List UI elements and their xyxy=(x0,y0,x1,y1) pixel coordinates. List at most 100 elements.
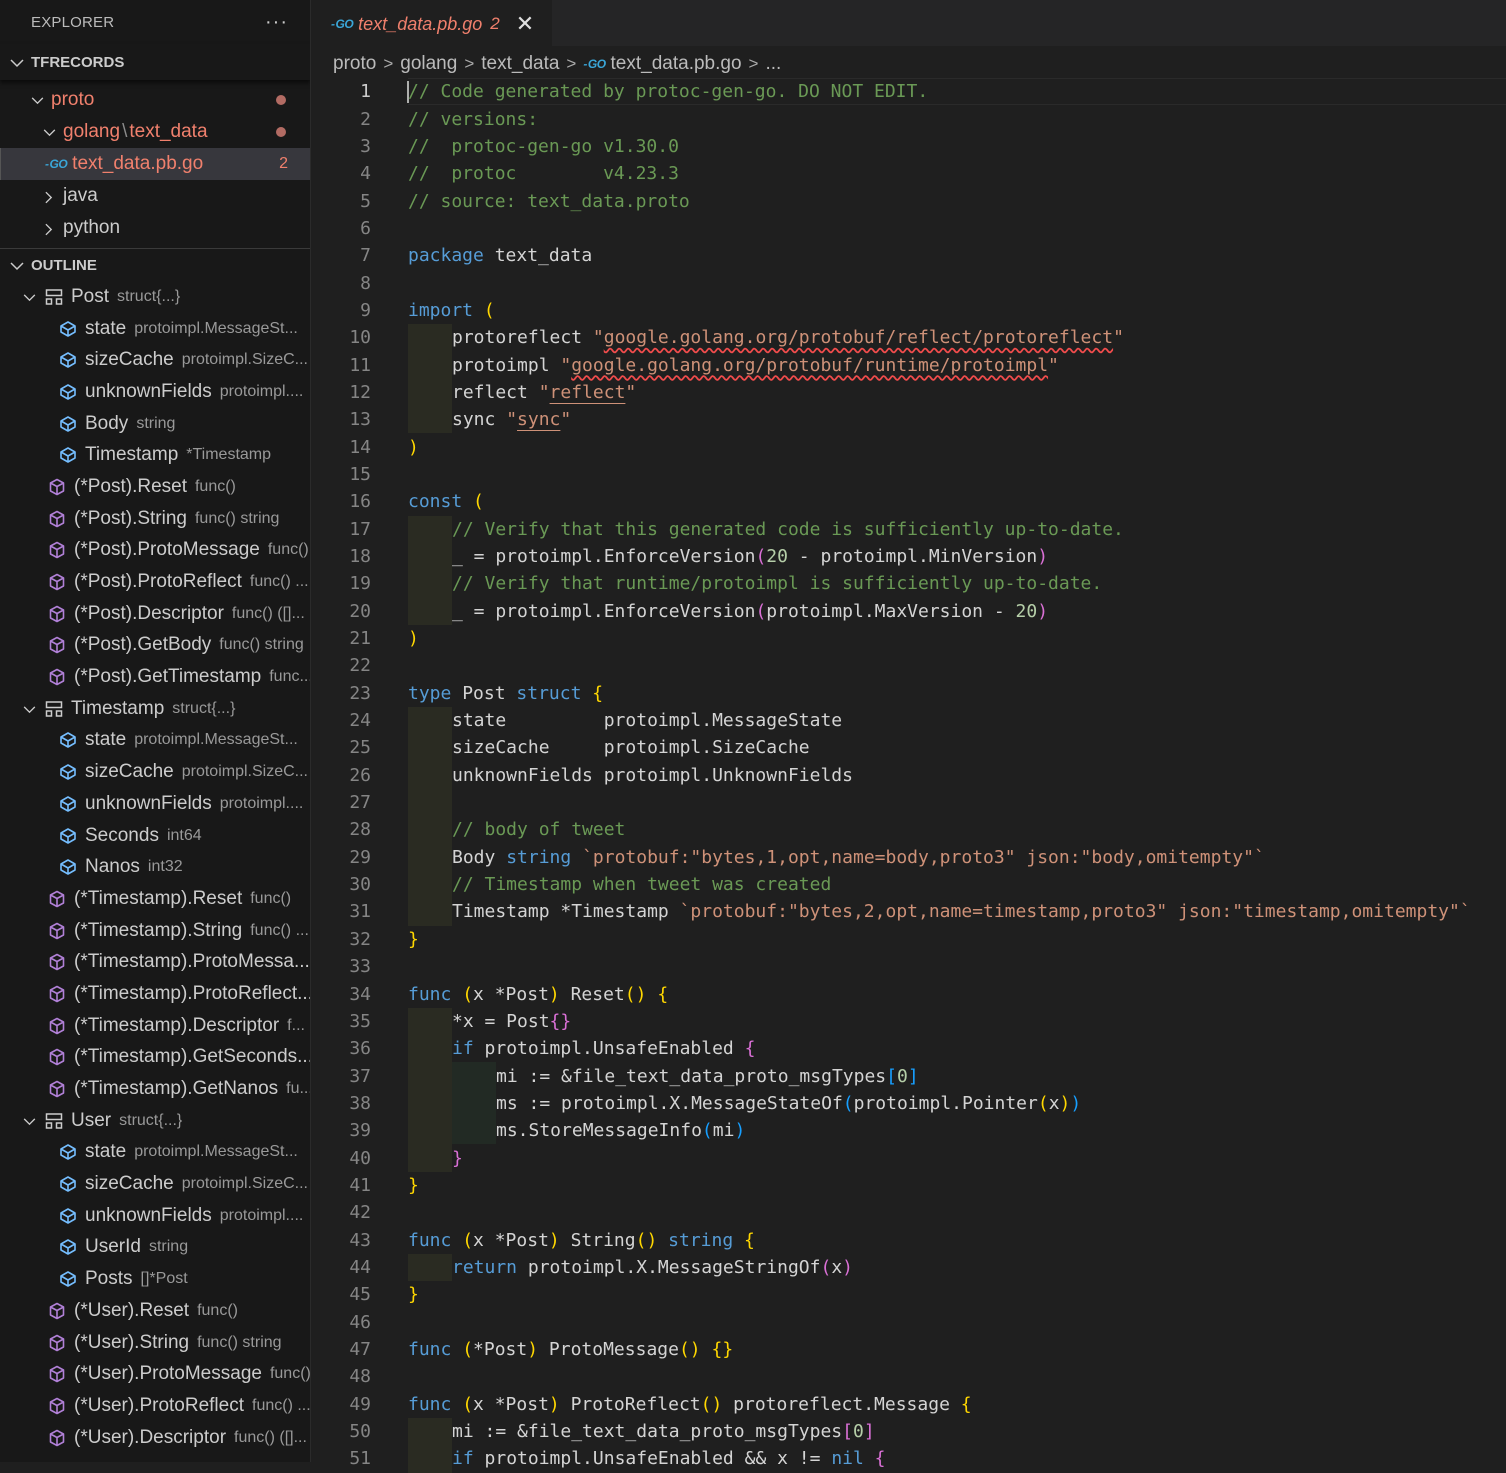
tree-item[interactable]: proto xyxy=(0,84,310,116)
outline-item[interactable]: Nanos int32 xyxy=(0,851,310,883)
tree-item[interactable]: python xyxy=(0,212,310,244)
code-line[interactable]: 48 xyxy=(311,1363,1506,1390)
code-line[interactable]: 42 xyxy=(311,1199,1506,1226)
outline-item[interactable]: Timestamp *Timestamp xyxy=(0,439,310,471)
tree-item[interactable]: GO text_data.pb.go 2 xyxy=(0,148,310,180)
code-line[interactable]: 16 const ( xyxy=(311,488,1506,515)
code-line[interactable]: 39 ms.StoreMessageInfo(mi) xyxy=(311,1117,1506,1145)
code-line[interactable]: 15 xyxy=(311,461,1506,488)
outline-item[interactable]: (*Timestamp).ProtoMessa... xyxy=(0,946,310,978)
outline-item[interactable]: state protoimpl.MessageSt... xyxy=(0,1137,310,1169)
code-line[interactable]: 24 state protoimpl.MessageState xyxy=(311,706,1506,735)
outline-item[interactable]: User struct{...} xyxy=(0,1105,310,1137)
breadcrumb-proto[interactable]: proto xyxy=(333,53,376,75)
breadcrumb-symbols[interactable]: ... xyxy=(765,53,781,75)
code-line[interactable]: 10 protoreflect " google.golang.org/protob… xyxy=(311,324,1506,352)
code-line[interactable]: 50 mi := &file_text_data_proto_msgTypes[0… xyxy=(311,1417,1506,1446)
code-line[interactable]: 29 Body string `protobuf:"bytes,1,opt,nam… xyxy=(311,843,1506,871)
code-line[interactable]: 36 if protoimpl.UnsafeEnabled { xyxy=(311,1035,1506,1063)
code-line[interactable]: 45} xyxy=(311,1281,1506,1308)
breadcrumb-golang[interactable]: golang xyxy=(400,53,457,75)
code-line[interactable]: 26 unknownFields protoimpl.UnknownFields xyxy=(311,761,1506,789)
code-line[interactable]: 44 return protoimpl.X.MessageStringOf(x) xyxy=(311,1253,1506,1282)
outline-item[interactable]: (*User).Reset func() xyxy=(0,1295,310,1327)
code-line[interactable]: 43 func (x *Post) String() string { xyxy=(311,1226,1506,1253)
outline-item[interactable]: (*Post).GetBody func() string xyxy=(0,630,310,662)
code-line[interactable]: 25 sizeCache protoimpl.SizeCache xyxy=(311,734,1506,762)
code-line[interactable]: 49 func (x *Post) ProtoReflect() protoref… xyxy=(311,1391,1506,1418)
chevron-down-icon[interactable] xyxy=(40,125,58,140)
code-line[interactable]: 5 // source: text_data.proto xyxy=(311,187,1506,214)
code-line[interactable]: 38 ms := protoimpl.X.MessageStateOf(proto… xyxy=(311,1089,1506,1118)
breadcrumb-file[interactable]: text_data.pb.go xyxy=(611,53,742,75)
code-line[interactable]: 19 // Verify that runtime/protoimpl is su… xyxy=(311,570,1506,598)
code-line[interactable]: 21) xyxy=(311,625,1506,652)
outline-item[interactable]: (*User).Descriptor func() ([]... xyxy=(0,1422,310,1454)
breadcrumb-text-data[interactable]: text_data xyxy=(481,53,559,75)
code-line[interactable]: 32} xyxy=(311,926,1506,953)
outline-item[interactable]: state protoimpl.MessageSt... xyxy=(0,313,310,345)
outline-item[interactable]: (*Timestamp).Descriptor f... xyxy=(0,1010,310,1042)
outline-item[interactable]: UserId string xyxy=(0,1232,310,1264)
code-line[interactable]: 14) xyxy=(311,433,1506,460)
code-editor[interactable]: 1 // Code generated by protoc-gen-go. DO … xyxy=(311,78,1506,1473)
outline-item[interactable]: unknownFields protoimpl.... xyxy=(0,1200,310,1232)
outline-item[interactable]: unknownFields protoimpl.... xyxy=(0,376,310,408)
outline-item[interactable]: (*Post).ProtoReflect func() ... xyxy=(0,566,310,598)
tab-text-data-pb-go[interactable]: GO text_data.pb.go 2 ✕ xyxy=(311,0,553,47)
outline-item[interactable]: sizeCache protoimpl.SizeC... xyxy=(0,1168,310,1200)
code-line[interactable]: 41} xyxy=(311,1172,1506,1199)
code-line[interactable]: 6 xyxy=(311,215,1506,242)
outline-item[interactable]: (*Post).Reset func() xyxy=(0,471,310,503)
outline-item[interactable]: (*Post).GetTimestamp func... xyxy=(0,661,310,693)
code-line[interactable]: 8 xyxy=(311,269,1506,296)
outline-item[interactable]: (*Post).String func() string xyxy=(0,503,310,535)
chevron-right-icon[interactable] xyxy=(40,188,58,203)
chevron-down-icon[interactable] xyxy=(20,1113,38,1128)
outline-item[interactable]: (*User).String func() string xyxy=(0,1327,310,1359)
outline-item[interactable]: sizeCache protoimpl.SizeC... xyxy=(0,344,310,376)
code-line[interactable]: 13 sync " sync " xyxy=(311,406,1506,434)
outline-item[interactable]: (*Timestamp).String func() ... xyxy=(0,915,310,947)
outline-section-header[interactable]: OUTLINE xyxy=(0,248,310,281)
code-line[interactable]: 7 package text_data xyxy=(311,242,1506,269)
code-line[interactable]: 34 func (x *Post) Reset() { xyxy=(311,980,1506,1007)
outline-item[interactable]: (*User).ProtoMessage func() xyxy=(0,1358,310,1390)
code-line[interactable]: 37 mi := &file_text_data_proto_msgTypes[0… xyxy=(311,1062,1506,1090)
code-line[interactable]: 22 xyxy=(311,652,1506,679)
code-line[interactable]: 4 // protoc v4.23.3 xyxy=(311,160,1506,187)
chevron-down-icon[interactable] xyxy=(20,701,38,716)
code-line[interactable]: 35 *x = Post{} xyxy=(311,1007,1506,1036)
outline-item[interactable]: (*Post).Descriptor func() ([]... xyxy=(0,598,310,630)
workspace-section-header[interactable]: TFRECORDS xyxy=(0,44,310,80)
outline-item[interactable]: Post struct{...} xyxy=(0,281,310,313)
code-line[interactable]: 27 xyxy=(311,788,1506,817)
code-line[interactable]: 31 Timestamp *Timestamp `protobuf:"bytes,… xyxy=(311,898,1506,926)
outline-item[interactable]: Seconds int64 xyxy=(0,820,310,852)
outline-item[interactable]: (*Timestamp).ProtoReflect... xyxy=(0,978,310,1010)
outline-item[interactable]: (*User).ProtoReflect func() ... xyxy=(0,1390,310,1422)
outline-item[interactable]: (*Timestamp).GetSeconds... xyxy=(0,1042,310,1074)
code-line[interactable]: 23 type Post struct { xyxy=(311,680,1506,707)
code-line[interactable]: 46 xyxy=(311,1308,1506,1335)
tree-item[interactable]: golang \ text_data xyxy=(0,116,310,148)
outline-item[interactable]: (*Post).ProtoMessage func() xyxy=(0,535,310,567)
outline-item[interactable]: Timestamp struct{...} xyxy=(0,693,310,725)
code-line[interactable]: 20 _ = protoimpl.EnforceVersion(protoimpl… xyxy=(311,597,1506,625)
outline-item[interactable]: (*Timestamp).GetNanos fu... xyxy=(0,1073,310,1105)
outline-item[interactable]: Body string xyxy=(0,408,310,440)
code-line[interactable]: 40} xyxy=(311,1144,1506,1172)
code-line[interactable]: 3 // protoc-gen-go v1.30.0 xyxy=(311,133,1506,160)
code-line[interactable]: 17 // Verify that this generated code is … xyxy=(311,515,1506,543)
chevron-right-icon[interactable] xyxy=(40,220,58,235)
chevron-down-icon[interactable] xyxy=(20,289,38,304)
tree-item[interactable]: java xyxy=(0,180,310,212)
code-line[interactable]: 2 // versions: xyxy=(311,105,1506,132)
code-line[interactable]: 51 if protoimpl.UnsafeEnabled && x != nil… xyxy=(311,1445,1506,1473)
code-line[interactable]: 47 func (*Post) ProtoMessage() {} xyxy=(311,1336,1506,1363)
chevron-down-icon[interactable] xyxy=(28,93,46,108)
code-line[interactable]: 33 xyxy=(311,953,1506,980)
code-line[interactable]: 1 // Code generated by protoc-gen-go. DO … xyxy=(311,78,1506,106)
code-line[interactable]: 12 reflect " reflect " xyxy=(311,378,1506,407)
outline-item[interactable]: Posts []*Post xyxy=(0,1263,310,1295)
